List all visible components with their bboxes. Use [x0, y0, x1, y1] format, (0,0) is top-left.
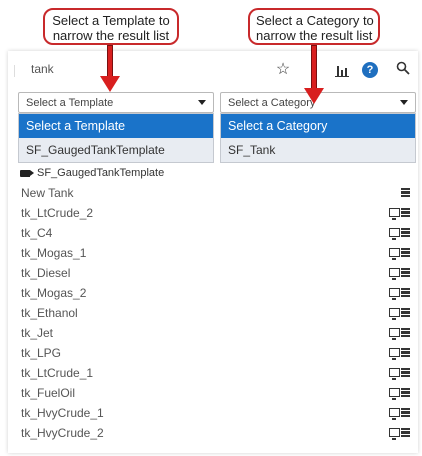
row-icons: [389, 308, 410, 320]
chevron-down-icon: [400, 100, 408, 105]
server-icon[interactable]: [401, 308, 410, 317]
search-drag-edge: [14, 65, 15, 77]
list-item[interactable]: tk_Ethanol: [8, 303, 418, 323]
row-icons: [401, 188, 410, 197]
row-icons: [389, 428, 410, 440]
list-item[interactable]: tk_HvyCrude_2: [8, 423, 418, 443]
tag-icon: [20, 169, 34, 177]
search-panel: tank ☆ ? Select a Template Select a Cate…: [8, 51, 418, 453]
server-icon[interactable]: [401, 208, 410, 217]
star-icon[interactable]: ☆: [274, 61, 292, 79]
template-option[interactable]: Select a Template: [19, 114, 213, 138]
template-group-header[interactable]: SF_GaugedTankTemplate: [8, 163, 418, 183]
row-icons: [389, 208, 410, 220]
list-item-label: tk_HvyCrude_1: [21, 406, 104, 420]
result-list: SF_GaugedTankTemplate New Tank tk_LtCrude…: [8, 163, 418, 443]
template-group-label: SF_GaugedTankTemplate: [37, 167, 165, 179]
list-item-label: tk_LtCrude_1: [21, 366, 94, 380]
category-callout-line-2: narrow the result list: [256, 28, 373, 43]
list-item-label: tk_Mogas_2: [21, 286, 87, 300]
chevron-down-icon: [198, 100, 206, 105]
monitor-icon[interactable]: [389, 288, 400, 300]
search-bar: tank ☆ ?: [8, 51, 418, 89]
template-callout-line-1: Select a Template to: [52, 13, 170, 28]
row-icons: [389, 268, 410, 280]
category-option[interactable]: Select a Category: [221, 114, 415, 138]
list-item-label: tk_Diesel: [21, 266, 71, 280]
server-icon[interactable]: [401, 228, 410, 237]
list-item[interactable]: tk_Jet: [8, 323, 418, 343]
row-icons: [389, 328, 410, 340]
server-icon[interactable]: [401, 348, 410, 357]
row-icons: [389, 348, 410, 360]
template-select[interactable]: Select a Template: [18, 92, 214, 113]
monitor-icon[interactable]: [389, 308, 400, 320]
template-callout-line-2: narrow the result list: [52, 28, 170, 43]
monitor-icon[interactable]: [389, 228, 400, 240]
list-item[interactable]: tk_LtCrude_2: [8, 203, 418, 223]
category-option[interactable]: SF_Tank: [221, 138, 415, 162]
search-icon[interactable]: [394, 61, 412, 79]
monitor-icon[interactable]: [389, 388, 400, 400]
monitor-icon[interactable]: [389, 408, 400, 420]
list-item[interactable]: tk_Diesel: [8, 263, 418, 283]
list-item[interactable]: New Tank: [8, 183, 418, 203]
category-dropdown: Select a Category SF_Tank: [220, 113, 416, 163]
help-icon[interactable]: ?: [362, 62, 378, 78]
server-icon[interactable]: [401, 288, 410, 297]
row-icons: [389, 388, 410, 400]
list-item[interactable]: tk_LPG: [8, 343, 418, 363]
template-callout: Select a Template to narrow the result l…: [43, 8, 179, 45]
list-item-label: tk_Ethanol: [21, 306, 78, 320]
category-callout-line-1: Select a Category to: [256, 13, 374, 28]
template-dropdown: Select a Template SF_GaugedTankTemplate: [18, 113, 214, 163]
arrow-down-icon: [100, 45, 120, 93]
monitor-icon[interactable]: [389, 268, 400, 280]
monitor-icon[interactable]: [389, 328, 400, 340]
bar-chart-icon[interactable]: [334, 61, 352, 79]
row-icons: [389, 228, 410, 240]
list-item[interactable]: tk_LtCrude_1: [8, 363, 418, 383]
row-icons: [389, 288, 410, 300]
list-item[interactable]: tk_Mogas_1: [8, 243, 418, 263]
server-icon[interactable]: [401, 408, 410, 417]
list-item-label: tk_Mogas_1: [21, 246, 87, 260]
row-icons: [389, 248, 410, 260]
monitor-icon[interactable]: [389, 428, 400, 440]
list-item[interactable]: tk_Mogas_2: [8, 283, 418, 303]
arrow-down-icon: [304, 45, 324, 105]
list-item-label: tk_LtCrude_2: [21, 206, 94, 220]
row-icons: [389, 408, 410, 420]
list-item-label: tk_C4: [21, 226, 53, 240]
list-item-label: tk_Jet: [21, 326, 54, 340]
server-icon[interactable]: [401, 428, 410, 437]
category-select-value: Select a Category: [228, 97, 316, 109]
list-item-label: tk_HvyCrude_2: [21, 426, 104, 440]
list-item-label: New Tank: [21, 186, 74, 200]
list-item[interactable]: tk_HvyCrude_1: [8, 403, 418, 423]
server-icon[interactable]: [401, 388, 410, 397]
template-select-value: Select a Template: [26, 97, 114, 109]
monitor-icon[interactable]: [389, 348, 400, 360]
list-item-label: tk_LPG: [21, 346, 62, 360]
server-icon[interactable]: [401, 188, 410, 197]
row-icons: [389, 368, 410, 380]
server-icon[interactable]: [401, 328, 410, 337]
monitor-icon[interactable]: [389, 208, 400, 220]
list-item[interactable]: tk_C4: [8, 223, 418, 243]
category-callout: Select a Category to narrow the result l…: [248, 8, 380, 45]
list-item[interactable]: tk_FuelOil: [8, 383, 418, 403]
search-input[interactable]: tank: [31, 62, 54, 76]
template-option[interactable]: SF_GaugedTankTemplate: [19, 138, 213, 162]
monitor-icon[interactable]: [389, 248, 400, 260]
server-icon[interactable]: [401, 268, 410, 277]
server-icon[interactable]: [401, 368, 410, 377]
monitor-icon[interactable]: [389, 368, 400, 380]
server-icon[interactable]: [401, 248, 410, 257]
list-item-label: tk_FuelOil: [21, 386, 76, 400]
